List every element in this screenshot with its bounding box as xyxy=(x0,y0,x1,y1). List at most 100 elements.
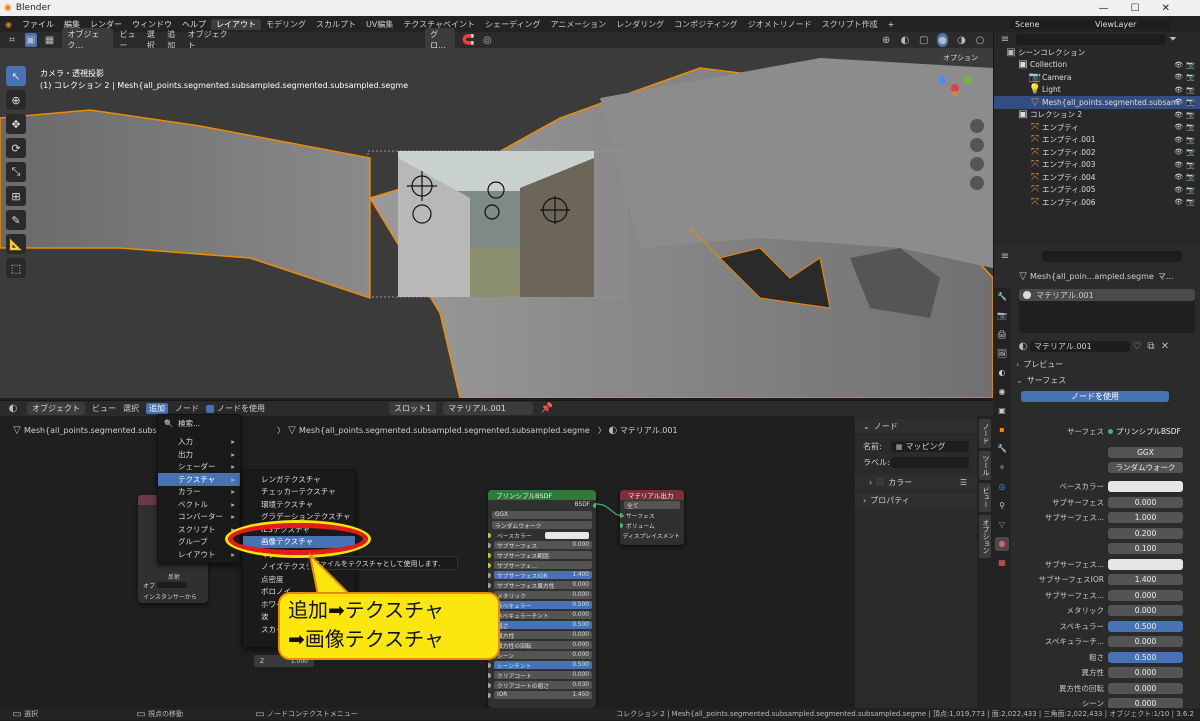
rotate-tool-icon[interactable]: ⟳ xyxy=(6,138,26,158)
world-tab-icon[interactable]: ◉ xyxy=(995,385,1009,399)
render-camera-icon[interactable]: 📷 xyxy=(1186,123,1195,131)
from-instancer-option[interactable]: インスタンサーから xyxy=(143,592,197,601)
add-menu-item[interactable]: カラー ▸ xyxy=(158,486,240,499)
outliner-item[interactable]: ▣ Collection 👁 📷 xyxy=(994,59,1200,72)
property-value-field[interactable]: 0.000 xyxy=(1108,682,1183,694)
select-box-icon[interactable]: ▣ xyxy=(24,33,37,47)
distribution-dropdown[interactable]: GGX xyxy=(1108,447,1183,458)
add-menu-item[interactable]: テクスチャ ▸ xyxy=(158,473,240,486)
measure-tool-icon[interactable]: 📐 xyxy=(6,234,26,254)
physics-tab-icon[interactable]: ◎ xyxy=(995,480,1009,494)
add-cube-tool-icon[interactable]: ⬚ xyxy=(6,258,26,278)
sidebar-tab[interactable]: オプション xyxy=(979,515,991,558)
property-value-field[interactable]: 1.400 xyxy=(1108,574,1183,585)
use-nodes-button[interactable]: ノードを使用 xyxy=(1021,391,1169,402)
view-layer-tab-icon[interactable]: 🖼 xyxy=(995,347,1009,361)
bsdf-subsurface-method[interactable]: ランダムウォーク xyxy=(488,520,596,530)
bsdf-input-row[interactable]: クリアコートの粗さ 0.030 xyxy=(488,680,596,690)
add-menu-item[interactable]: レイアウト ▸ xyxy=(158,548,240,561)
visibility-eye-icon[interactable]: 👁 xyxy=(1174,61,1183,69)
workspace-tab-6[interactable]: アニメーション xyxy=(545,19,611,30)
visibility-eye-icon[interactable]: 👁 xyxy=(1174,198,1183,206)
property-value-field[interactable] xyxy=(1108,558,1183,570)
outliner-item[interactable]: 📷 Camera 👁 📷 xyxy=(994,71,1200,84)
bsdf-input-row[interactable]: サブサーフェス異方性 0.000 xyxy=(488,580,596,590)
texture-menu-item[interactable]: 環境テクスチャ xyxy=(243,498,355,511)
render-camera-icon[interactable]: 📷 xyxy=(1186,161,1195,169)
material-slot-item[interactable]: マテリアル.001 xyxy=(1019,289,1195,301)
color-checkbox[interactable] xyxy=(876,478,885,486)
add-menu-item[interactable]: スクリプト ▸ xyxy=(158,523,240,536)
duplicate-icon[interactable]: ⧉ xyxy=(1144,339,1158,353)
workspace-tab-2[interactable]: スカルプト xyxy=(311,19,361,30)
render-camera-icon[interactable]: 📷 xyxy=(1186,198,1195,206)
use-nodes-checkbox[interactable]: ノードを使用 xyxy=(206,403,272,414)
annotate-tool-icon[interactable]: ✎ xyxy=(6,210,26,230)
outliner-editor-icon[interactable]: ≡ xyxy=(998,32,1012,46)
workspace-tab-9[interactable]: ジオメトリノード xyxy=(743,19,817,30)
visibility-eye-icon[interactable]: 👁 xyxy=(1174,98,1183,106)
property-value-field[interactable]: 0.000 xyxy=(1108,636,1183,647)
output-socket-row[interactable]: サーフェス xyxy=(620,510,684,520)
material-name-field[interactable]: マテリアル.001 xyxy=(1030,340,1130,352)
bsdf-input-row[interactable]: IOR 1.450 xyxy=(488,690,596,700)
outliner-item[interactable]: 💡 Light 👁 📷 xyxy=(994,84,1200,97)
property-value-field[interactable] xyxy=(1108,481,1183,492)
options-button[interactable]: オプション xyxy=(938,52,983,64)
outliner-item[interactable]: ⤧ エンプティ.002 👁 📷 xyxy=(994,146,1200,159)
material-browse-icon[interactable]: ◐ xyxy=(1016,339,1030,353)
add-menu-item[interactable]: 出力 ▸ xyxy=(158,448,240,461)
object-tab-icon[interactable]: ▪ xyxy=(995,423,1009,437)
render-camera-icon[interactable]: 📷 xyxy=(1186,111,1195,119)
move-tool-icon[interactable]: ✥ xyxy=(6,114,26,134)
node-panel-title[interactable]: ノード xyxy=(874,421,898,432)
visibility-eye-icon[interactable]: 👁 xyxy=(1174,123,1183,131)
constraints-tab-icon[interactable]: ⚲ xyxy=(995,499,1009,513)
texture-menu-item[interactable]: チェッカーテクスチャ xyxy=(243,486,355,499)
outliner-item[interactable]: ▣ コレクション 2 👁 📷 xyxy=(994,109,1200,122)
transform-tool-icon[interactable]: ⊞ xyxy=(6,186,26,206)
menu-3[interactable]: ウィンドウ xyxy=(127,19,177,30)
object-mode-dropdown[interactable]: オブジェクト xyxy=(27,402,85,415)
render-camera-icon[interactable]: 📷 xyxy=(1186,186,1195,194)
scene-collection[interactable]: ▣ シーンコレクション xyxy=(994,46,1200,59)
property-value-field[interactable]: 1.000 xyxy=(1108,512,1183,523)
menu-4[interactable]: ヘルプ xyxy=(177,19,211,30)
3d-viewport[interactable]: カメラ・透視投影 (1) コレクション 2 | Mesh{all_points.… xyxy=(0,48,993,398)
bsdf-input-row[interactable]: クリアコート 0.000 xyxy=(488,670,596,680)
visibility-eye-icon[interactable]: 👁 xyxy=(1174,111,1183,119)
node-label-field[interactable] xyxy=(891,456,969,468)
node-editor-type-icon[interactable]: ◐ xyxy=(6,402,20,416)
workspace-tab-10[interactable]: スクリプト作成 xyxy=(817,19,883,30)
texture-menu-item[interactable]: グラデーションテクスチャ xyxy=(243,511,355,524)
outliner-item[interactable]: ⤧ エンプティ.003 👁 📷 xyxy=(994,159,1200,172)
outliner-item[interactable]: ⤧ エンプティ.006 👁 📷 xyxy=(994,196,1200,209)
workspace-tab-3[interactable]: UV編集 xyxy=(361,19,398,30)
data-tab-icon[interactable]: ▽ xyxy=(995,518,1009,532)
bsdf-input-row[interactable]: サブサーフェス範囲 xyxy=(488,550,596,560)
property-value-field[interactable]: 0.200 xyxy=(1108,527,1183,539)
node-menu[interactable]: ノード xyxy=(175,403,199,414)
visibility-eye-icon[interactable]: 👁 xyxy=(1174,148,1183,156)
proportional-icon[interactable]: ◎ xyxy=(481,33,493,47)
node-select-menu[interactable]: 選択 xyxy=(123,403,139,414)
render-camera-icon[interactable]: 📷 xyxy=(1186,73,1195,81)
gizmo-icon[interactable]: ⊕ xyxy=(880,33,892,47)
add-workspace-button[interactable]: + xyxy=(883,20,900,29)
output-socket-row[interactable]: ボリューム xyxy=(620,520,684,530)
node-material-field[interactable]: マテリアル.001 xyxy=(443,402,534,415)
bsdf-input-row[interactable]: サブサーフェス 0.000 xyxy=(488,540,596,550)
cursor-tool-icon[interactable]: ⊕ xyxy=(6,90,26,110)
surface-panel-header[interactable]: サーフェス xyxy=(1027,375,1067,386)
xray-icon[interactable]: ▢ xyxy=(918,33,930,47)
output-socket-row[interactable]: ディスプレイスメント xyxy=(620,530,684,540)
render-camera-icon[interactable]: 📷 xyxy=(1186,173,1195,181)
subsurface-method-dropdown[interactable]: ランダムウォーク xyxy=(1108,462,1183,473)
properties-editor-icon[interactable]: ≡ xyxy=(998,249,1012,263)
pin-icon[interactable]: 📌 xyxy=(540,402,554,416)
render-camera-icon[interactable]: 📷 xyxy=(1186,98,1195,106)
shading-render-icon[interactable]: ○ xyxy=(974,33,986,47)
render-tab-icon[interactable]: 📷 xyxy=(995,309,1009,323)
surface-shader-value[interactable]: プリンシプルBSDF xyxy=(1108,426,1183,437)
properties-panel-header[interactable]: プロパティ xyxy=(870,495,910,506)
